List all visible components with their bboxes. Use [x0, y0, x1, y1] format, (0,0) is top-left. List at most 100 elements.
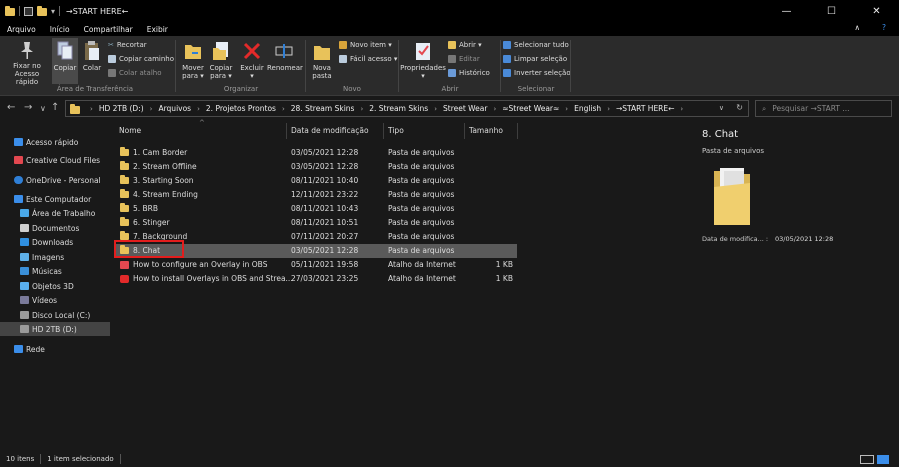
pin-quick-access-button[interactable]: Fixar no Acesso rápido — [4, 40, 50, 86]
large-icons-view-icon[interactable] — [877, 454, 889, 464]
properties-icon[interactable] — [24, 6, 33, 16]
breadcrumb-english[interactable]: English — [574, 104, 601, 113]
file-row[interactable]: How to configure an Overlay in OBS 05/11… — [116, 258, 517, 272]
new-folder-button[interactable]: Nova pasta — [309, 40, 335, 80]
file-row[interactable]: 6. Stinger 08/11/2021 10:51 Pasta de arq… — [116, 216, 517, 230]
maximize-button[interactable]: ☐ — [809, 0, 854, 22]
file-row[interactable]: 5. BRB 08/11/2021 10:43 Pasta de arquivo… — [116, 202, 517, 216]
edit-button[interactable]: Editar — [448, 55, 480, 63]
chevron-right-icon[interactable]: › — [90, 105, 93, 113]
column-divider[interactable] — [464, 123, 465, 139]
nav-item-objetos-3d[interactable]: Objetos 3D — [0, 279, 74, 293]
collapse-ribbon-icon[interactable]: ∧ — [848, 23, 868, 32]
breadcrumb-street-wear[interactable]: Street Wear — [443, 104, 487, 113]
properties-button[interactable]: Propriedades ▾ — [400, 40, 446, 80]
column-divider[interactable] — [517, 123, 518, 139]
breadcrumb-street-wear-2[interactable]: ≈Street Wear≈ — [502, 104, 559, 113]
paste-shortcut-button[interactable]: Colar atalho — [108, 69, 162, 77]
delete-button[interactable]: Excluir ▾ — [238, 40, 266, 80]
up-arrow-icon[interactable]: ↑ — [51, 102, 59, 113]
customize-chevron-icon[interactable]: ▾ — [51, 7, 55, 16]
cut-button[interactable]: ✂ Recortar — [108, 41, 147, 49]
nav-item-onedrive[interactable]: OneDrive - Personal — [0, 173, 101, 187]
column-divider[interactable] — [383, 123, 384, 139]
chevron-right-icon[interactable]: › — [565, 105, 568, 113]
recent-chevron-icon[interactable]: ∨ — [40, 104, 46, 113]
nav-item-imagens[interactable]: Imagens — [0, 250, 64, 264]
move-folder-icon — [185, 45, 201, 59]
address-dropdown-icon[interactable]: ∨ — [719, 104, 724, 112]
nav-item-musicas[interactable]: Músicas — [0, 264, 62, 278]
copy-path-button[interactable]: Copiar caminho — [108, 55, 174, 63]
forward-arrow-icon[interactable]: → — [24, 102, 32, 113]
file-row[interactable]: How to install Overlays in OBS and Strea… — [116, 272, 517, 286]
move-to-button[interactable]: Mover para ▾ — [180, 40, 206, 80]
tab-exibir[interactable]: Exibir — [140, 25, 175, 34]
clear-selection-button[interactable]: Limpar seleção — [503, 55, 567, 63]
nav-item-este-computador[interactable]: Este Computador — [0, 192, 91, 206]
column-date[interactable]: Data de modificação — [291, 126, 369, 135]
chevron-right-icon[interactable]: › — [493, 105, 496, 113]
nav-item-downloads[interactable]: Downloads — [0, 235, 73, 249]
tab-compartilhar[interactable]: Compartilhar — [77, 25, 140, 34]
nav-item-videos[interactable]: Vídeos — [0, 293, 57, 307]
select-all-button[interactable]: Selecionar tudo — [503, 41, 569, 49]
search-input[interactable]: ⌕ Pesquisar →START ... — [755, 100, 892, 117]
breadcrumb-28-stream-skins[interactable]: 28. Stream Skins — [291, 104, 355, 113]
chevron-right-icon[interactable]: › — [434, 105, 437, 113]
chevron-right-icon[interactable]: › — [282, 105, 285, 113]
nav-item-area-de-trabalho[interactable]: Área de Trabalho — [0, 206, 95, 220]
invert-selection-label: Inverter seleção — [514, 69, 571, 77]
file-row[interactable]: 3. Starting Soon 08/11/2021 10:40 Pasta … — [116, 174, 517, 188]
chevron-right-icon[interactable]: › — [197, 105, 200, 113]
paste-button[interactable]: Colar — [80, 40, 104, 72]
select-group-label: Selecionar — [517, 85, 555, 93]
column-size[interactable]: Tamanho — [469, 126, 503, 135]
column-divider[interactable] — [286, 123, 287, 139]
column-name[interactable]: Nome — [119, 126, 141, 135]
file-row[interactable]: 1. Cam Border 03/05/2021 12:28 Pasta de … — [116, 146, 517, 160]
breadcrumb-hd[interactable]: HD 2TB (D:) — [99, 104, 144, 113]
easy-access-button[interactable]: Fácil acesso ▾ — [339, 55, 397, 63]
chevron-right-icon[interactable]: › — [360, 105, 363, 113]
nav-item-rede[interactable]: Rede — [0, 342, 45, 356]
nav-item-hd-2tb[interactable]: HD 2TB (D:) — [0, 322, 110, 336]
nav-item-disco-local[interactable]: Disco Local (C:) — [0, 308, 90, 322]
chevron-right-icon[interactable]: › — [150, 105, 153, 113]
help-icon[interactable]: ? — [875, 23, 893, 32]
history-button[interactable]: Histórico — [448, 69, 490, 77]
new-item-label: Novo item ▾ — [350, 41, 392, 49]
breadcrumb-projetos[interactable]: 2. Projetos Prontos — [206, 104, 276, 113]
refresh-icon[interactable]: ↻ — [736, 103, 743, 112]
copy-to-button[interactable]: Copiar para ▾ — [208, 40, 234, 80]
new-folder-icon[interactable] — [37, 6, 47, 16]
copy-path-icon — [108, 55, 116, 63]
open-button[interactable]: Abrir ▾ — [448, 41, 482, 49]
copy-path-label: Copiar caminho — [119, 55, 175, 63]
edit-icon — [448, 55, 456, 63]
invert-selection-button[interactable]: Inverter seleção — [503, 69, 571, 77]
minimize-button[interactable]: — — [764, 0, 809, 22]
select-all-icon — [503, 41, 511, 49]
details-view-icon[interactable] — [860, 454, 874, 464]
chevron-right-icon[interactable]: › — [680, 105, 683, 113]
file-type: Pasta de arquivos — [388, 176, 455, 185]
nav-item-documentos[interactable]: Documentos — [0, 221, 79, 235]
breadcrumb-2-stream-skins[interactable]: 2. Stream Skins — [369, 104, 428, 113]
tab-arquivo[interactable]: Arquivo — [0, 25, 43, 34]
tab-inicio[interactable]: Início — [43, 25, 77, 34]
back-arrow-icon[interactable]: ← — [7, 102, 15, 113]
breadcrumb-arquivos[interactable]: Arquivos — [158, 104, 191, 113]
chevron-right-icon[interactable]: › — [607, 105, 610, 113]
address-bar[interactable]: › HD 2TB (D:) › Arquivos › 2. Projetos Pro… — [65, 100, 749, 117]
rename-button[interactable]: Renomear — [267, 40, 303, 72]
nav-item-acesso-rapido[interactable]: Acesso rápido — [0, 135, 78, 149]
file-row[interactable]: 2. Stream Offline 03/05/2021 12:28 Pasta… — [116, 160, 517, 174]
new-item-button[interactable]: Novo item ▾ — [339, 41, 392, 49]
breadcrumb-start-here[interactable]: →START HERE← — [616, 104, 674, 113]
copy-button[interactable]: Copiar — [52, 38, 78, 84]
close-button[interactable]: ✕ — [854, 0, 899, 22]
file-row[interactable]: 4. Stream Ending 12/11/2021 23:22 Pasta … — [116, 188, 517, 202]
column-type[interactable]: Tipo — [388, 126, 404, 135]
nav-item-creative-cloud[interactable]: Creative Cloud Files — [0, 153, 100, 167]
